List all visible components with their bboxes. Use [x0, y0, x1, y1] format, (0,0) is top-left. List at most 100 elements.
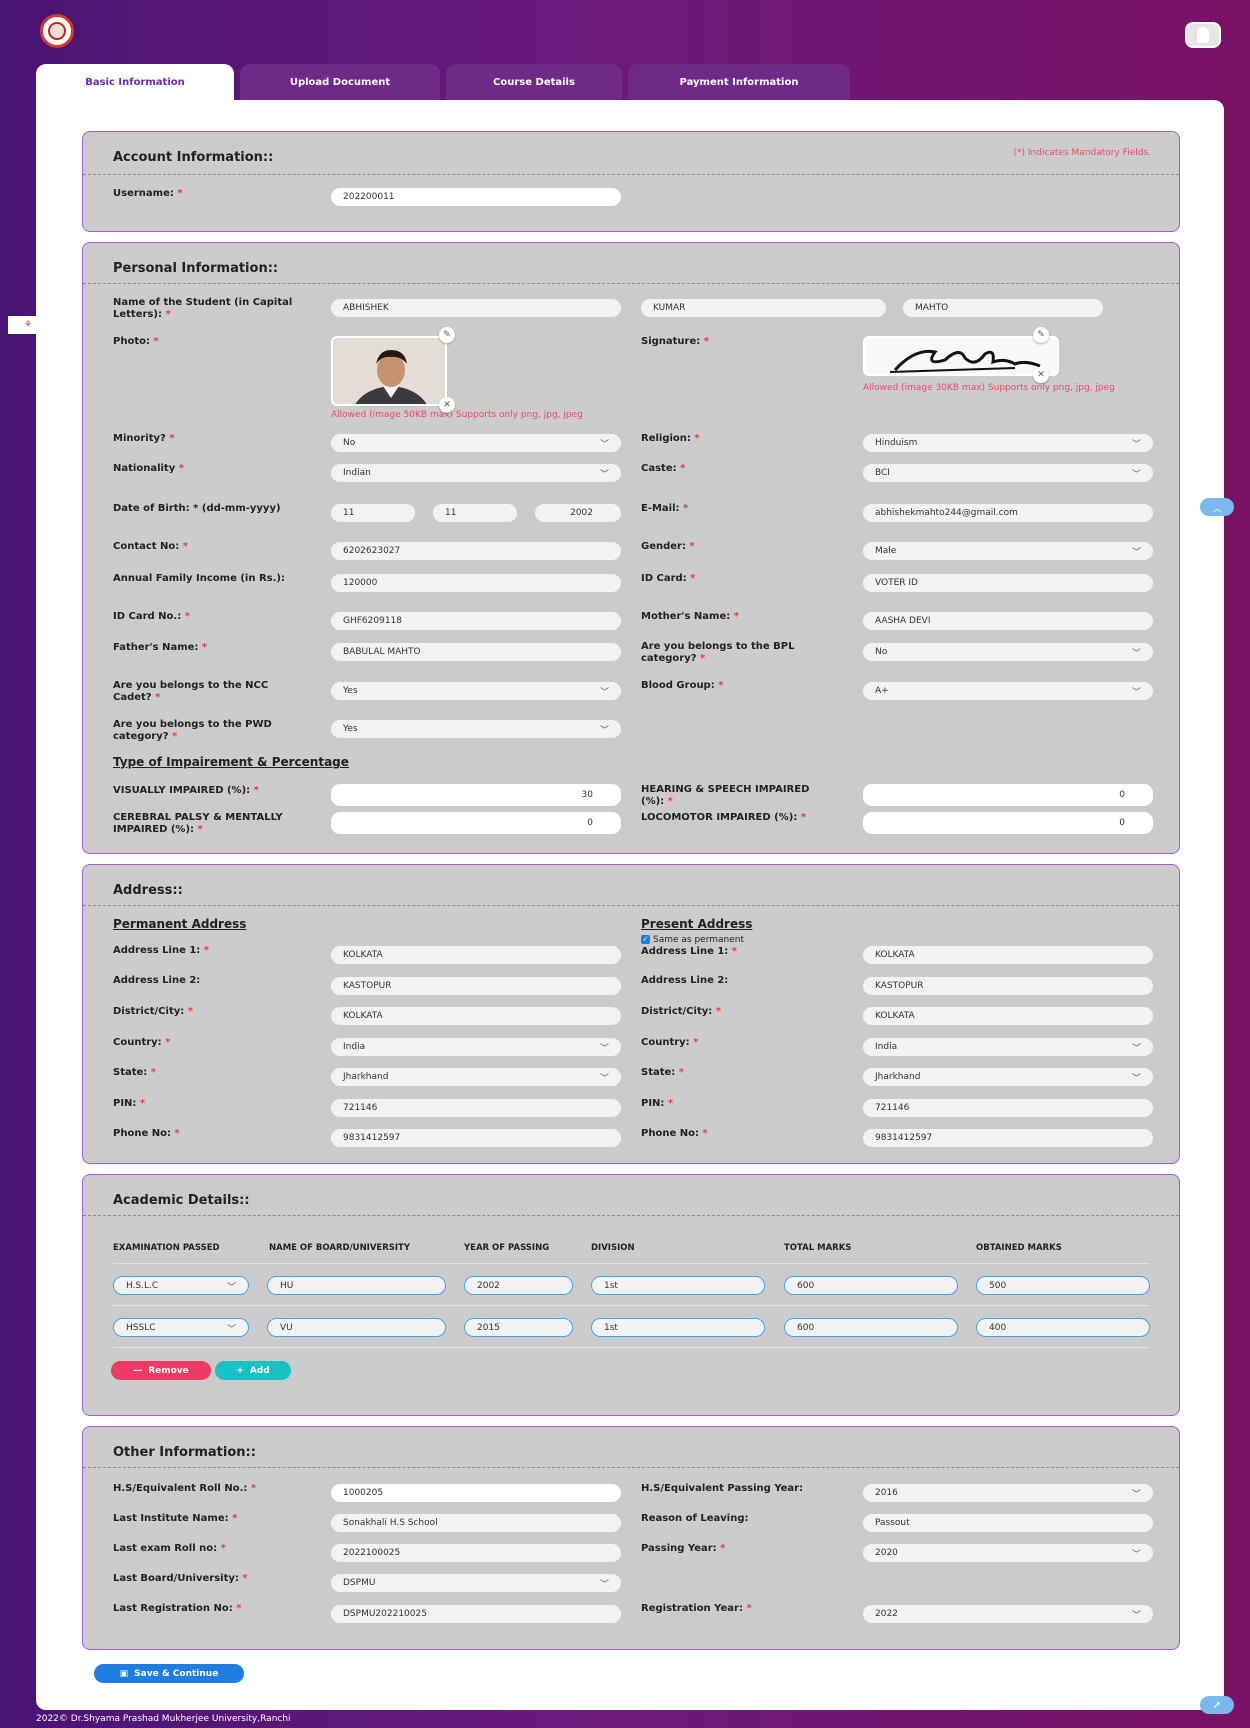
- visual-field[interactable]: 30: [331, 784, 621, 806]
- dob-label: Date of Birth: * (dd-mm-yyyy): [113, 503, 281, 514]
- year-field[interactable]: 2002: [464, 1276, 573, 1295]
- email-field[interactable]: abhishekmahto244@gmail.com: [863, 504, 1153, 522]
- reg-year-select[interactable]: 2022 ﹀: [863, 1605, 1153, 1623]
- user-avatar-button[interactable]: [1185, 22, 1221, 48]
- chevron-down-icon: ﹀: [1131, 1044, 1141, 1054]
- perm-line1-field[interactable]: KOLKATA: [331, 946, 621, 964]
- ncc-select[interactable]: Yes ﹀: [331, 682, 621, 700]
- division-field[interactable]: 1st: [591, 1276, 765, 1295]
- chevron-down-icon: ﹀: [599, 726, 609, 736]
- remove-row-button[interactable]: — Remove: [111, 1361, 211, 1380]
- caste-select[interactable]: BCI ﹀: [863, 464, 1153, 482]
- remove-signature-icon[interactable]: ✕: [1033, 367, 1049, 383]
- idcard-no-field[interactable]: GHF6209118: [331, 612, 621, 630]
- tab-basic-information[interactable]: Basic Information: [36, 64, 234, 100]
- perm-country-label: Country: *: [113, 1037, 171, 1048]
- obtained-marks-field[interactable]: 500: [976, 1276, 1150, 1295]
- mother-field[interactable]: AASHA DEVI: [863, 612, 1153, 630]
- exam-select[interactable]: HSSLC ﹀: [113, 1318, 249, 1337]
- pres-country-label: Country: *: [641, 1037, 699, 1048]
- save-continue-button[interactable]: ▣ Save & Continue: [94, 1664, 244, 1683]
- dob-day-field[interactable]: 11: [331, 504, 415, 522]
- board-field[interactable]: VU: [267, 1318, 446, 1337]
- locomotor-field[interactable]: 0: [863, 812, 1153, 834]
- edit-photo-icon[interactable]: ✎: [439, 327, 455, 343]
- exam-select[interactable]: H.S.L.C ﹀: [113, 1276, 249, 1295]
- religion-select[interactable]: Hinduism ﹀: [863, 434, 1153, 452]
- pres-pin-field[interactable]: 721146: [863, 1099, 1153, 1117]
- panel-title: Personal Information::: [113, 261, 279, 276]
- idcard-label: ID Card: *: [641, 573, 696, 584]
- bpl-select[interactable]: No ﹀: [863, 643, 1153, 661]
- scroll-up-icon[interactable]: ︿: [1200, 498, 1234, 516]
- perm-line1-label: Address Line 1: *: [113, 945, 210, 956]
- name-label: Name of the Student (in Capital Letters)…: [113, 297, 293, 320]
- year-field[interactable]: 2015: [464, 1318, 573, 1337]
- username-label: Username: *: [113, 188, 183, 199]
- edit-signature-icon[interactable]: ✎: [1033, 327, 1049, 343]
- total-marks-field[interactable]: 600: [784, 1318, 958, 1337]
- same-as-permanent-checkbox[interactable]: ✓ Same as permanent: [641, 935, 744, 945]
- chevron-down-icon: ﹀: [1131, 688, 1141, 698]
- obtained-marks-field[interactable]: 400: [976, 1318, 1150, 1337]
- perm-line2-field[interactable]: KASTOPUR: [331, 977, 621, 995]
- idcard-field[interactable]: VOTER ID: [863, 574, 1153, 592]
- cerebral-field[interactable]: 0: [331, 812, 621, 834]
- university-logo[interactable]: [40, 14, 74, 48]
- pres-line1-field[interactable]: KOLKATA: [863, 946, 1153, 964]
- pwd-select[interactable]: Yes ﹀: [331, 720, 621, 738]
- minority-select[interactable]: No ﹀: [331, 434, 621, 452]
- reg-no-field[interactable]: DSPMU202210025: [331, 1605, 621, 1623]
- contact-field[interactable]: 6202623027: [331, 542, 621, 560]
- last-name-field[interactable]: MAHTO: [903, 299, 1103, 317]
- father-label: Father's Name: *: [113, 642, 208, 653]
- income-field[interactable]: 120000: [331, 574, 621, 592]
- roll-label: H.S/Equivalent Roll No.: *: [113, 1483, 257, 1494]
- nationality-select[interactable]: Indian ﹀: [331, 464, 621, 482]
- first-name-field[interactable]: ABHISHEK: [331, 299, 621, 317]
- roll-field[interactable]: 1000205: [331, 1484, 621, 1502]
- tab-payment-information[interactable]: Payment Information: [628, 64, 850, 100]
- divider: [83, 1215, 1179, 1216]
- save-icon: ▣: [119, 1668, 129, 1679]
- pres-phone-field[interactable]: 9831412597: [863, 1129, 1153, 1147]
- board-field[interactable]: HU: [267, 1276, 446, 1295]
- hs-year-select[interactable]: 2016 ﹀: [863, 1484, 1153, 1502]
- perm-district-field[interactable]: KOLKATA: [331, 1007, 621, 1025]
- pres-line2-field[interactable]: KASTOPUR: [863, 977, 1153, 995]
- passing-year-select[interactable]: 2020 ﹀: [863, 1544, 1153, 1562]
- add-row-button[interactable]: + Add: [215, 1361, 291, 1380]
- exam-roll-field[interactable]: 2022100025: [331, 1544, 621, 1562]
- hearing-field[interactable]: 0: [863, 784, 1153, 806]
- user-icon: [1197, 27, 1209, 43]
- username-field[interactable]: 202200011: [331, 188, 621, 206]
- reason-field[interactable]: Passout: [863, 1514, 1153, 1532]
- pres-country-select[interactable]: India ﹀: [863, 1038, 1153, 1056]
- bpl-label: Are you belongs to the BPL category? *: [641, 641, 795, 664]
- perm-pin-field[interactable]: 721146: [331, 1099, 621, 1117]
- perm-state-select[interactable]: Jharkhand ﹀: [331, 1068, 621, 1086]
- gender-select[interactable]: Male ﹀: [863, 542, 1153, 560]
- caste-label: Caste: *: [641, 463, 686, 474]
- dob-year-field[interactable]: 2002: [535, 504, 621, 522]
- divider: [113, 1347, 1149, 1348]
- perm-country-select[interactable]: India ﹀: [331, 1038, 621, 1056]
- scroll-up-bottom-icon[interactable]: ➚: [1200, 1696, 1234, 1714]
- dob-month-field[interactable]: 11: [433, 504, 517, 522]
- division-field[interactable]: 1st: [591, 1318, 765, 1337]
- reg-year-label: Registration Year: *: [641, 1603, 752, 1614]
- blood-select[interactable]: A+ ﹀: [863, 682, 1153, 700]
- institute-field[interactable]: Sonakhali H.S School: [331, 1514, 621, 1532]
- tab-course-details[interactable]: Course Details: [446, 64, 622, 100]
- pres-state-select[interactable]: Jharkhand ﹀: [863, 1068, 1153, 1086]
- middle-name-field[interactable]: KUMAR: [641, 299, 886, 317]
- board-select[interactable]: DSPMU ﹀: [331, 1574, 621, 1592]
- hearing-label: HEARING & SPEECH IMPAIRED (%): *: [641, 784, 810, 807]
- column-header: EXAMINATION PASSED: [113, 1243, 220, 1253]
- tab-upload-document[interactable]: Upload Document: [240, 64, 440, 100]
- father-field[interactable]: BABULAL MAHTO: [331, 643, 621, 661]
- pres-district-field[interactable]: KOLKATA: [863, 1007, 1153, 1025]
- chevron-down-icon: ﹀: [1131, 548, 1141, 558]
- perm-phone-field[interactable]: 9831412597: [331, 1129, 621, 1147]
- total-marks-field[interactable]: 600: [784, 1276, 958, 1295]
